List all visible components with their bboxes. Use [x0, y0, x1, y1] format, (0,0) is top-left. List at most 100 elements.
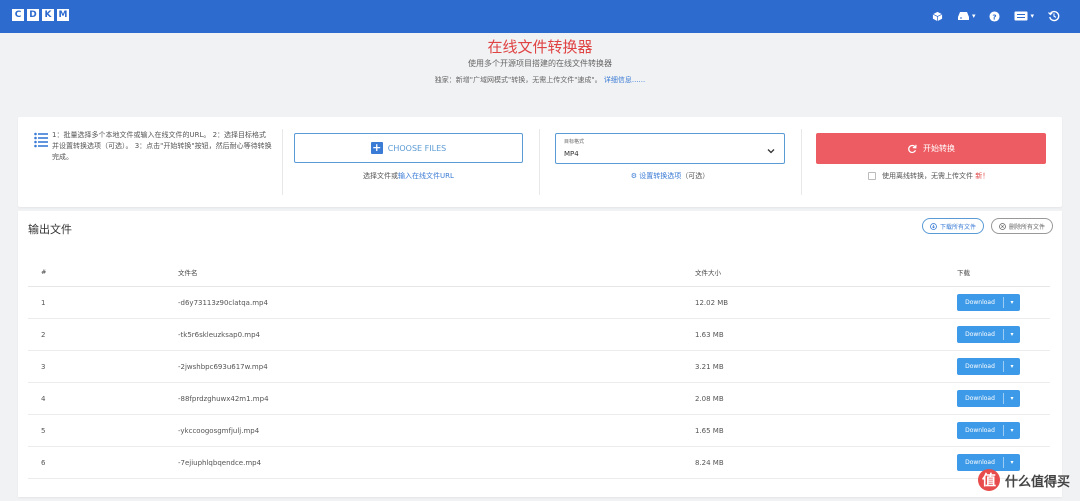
top-navbar: C D K M ▾ ? ▾	[0, 0, 1080, 33]
row-index: 4	[41, 394, 46, 403]
offline-mode-option[interactable]: 使用离线转换，无需上传文件 新！	[868, 171, 989, 181]
download-all-icon	[930, 222, 937, 230]
save-dropdown-icon[interactable]: ▾	[957, 9, 975, 23]
caret-down-icon[interactable]: ▾	[1004, 299, 1020, 306]
choose-hint-text: 选择文件或	[363, 172, 399, 180]
history-icon[interactable]	[1048, 10, 1060, 22]
conversion-panel: 1：批量选择多个本地文件或输入在线文件的URL。 2：选择目标格式并设置转换选项…	[18, 117, 1062, 207]
download-label: Download	[965, 299, 995, 306]
row-filesize: 3.21 MB	[695, 362, 724, 371]
row-index: 2	[41, 330, 46, 339]
start-convert-button[interactable]: 开始转换	[816, 133, 1046, 164]
caret-down-icon[interactable]: ▾	[1004, 427, 1020, 434]
row-filesize: 8.24 MB	[695, 458, 724, 467]
download-button[interactable]: Download ▾	[957, 358, 1020, 375]
clear-all-label: 删除所有文件	[1009, 223, 1046, 231]
table-row: 3 -2jwshbpc693u617w.mp4 3.21 MB Download…	[28, 351, 1050, 383]
language-dropdown-icon[interactable]: ▾	[1014, 9, 1034, 23]
table-row: 1 -d6y73113z90clatqa.mp4 12.02 MB Downlo…	[28, 287, 1050, 319]
clear-all-button[interactable]: 删除所有文件	[991, 218, 1054, 234]
row-filesize: 1.63 MB	[695, 330, 724, 339]
column-header-filename: 文件名	[178, 268, 198, 277]
table-row: 4 -88fprdzghuwx42m1.mp4 2.08 MB Download…	[28, 383, 1050, 415]
row-filename: -88fprdzghuwx42m1.mp4	[178, 394, 269, 403]
column-header-size: 文件大小	[695, 268, 721, 277]
svg-text:?: ?	[993, 12, 997, 21]
choose-files-label: CHOOSE FILES	[387, 143, 447, 153]
row-index: 1	[41, 298, 46, 307]
download-label: Download	[965, 363, 995, 370]
caret-down-icon[interactable]: ▾	[1004, 363, 1020, 370]
caret-down-icon[interactable]: ▾	[1004, 459, 1020, 466]
settings-link-label: 设置转换选项	[639, 172, 682, 180]
watermark-text: 什么值得买	[1004, 474, 1070, 490]
download-button[interactable]: Download ▾	[957, 422, 1020, 439]
logo-letter: M	[57, 9, 69, 21]
choose-files-button[interactable]: + CHOOSE FILES	[294, 133, 523, 163]
panel-divider	[539, 129, 540, 195]
download-button[interactable]: Download ▾	[957, 390, 1020, 407]
download-button[interactable]: Download ▾	[957, 326, 1020, 343]
download-label: Download	[965, 395, 995, 402]
offline-mode-checkbox[interactable]	[868, 172, 876, 180]
table-row: 2 -tk5r6skleuzksap0.mp4 1.63 MB Download…	[28, 319, 1050, 351]
caret-down-icon[interactable]: ▾	[1004, 331, 1020, 338]
details-link[interactable]: 详细信息......	[604, 76, 645, 84]
page-subtitle: 使用多个开源项目搭建的在线文件转换器	[468, 59, 612, 68]
list-icon	[34, 132, 48, 152]
download-all-button[interactable]: 下载所有文件	[922, 218, 985, 234]
column-header-download: 下载	[957, 268, 970, 277]
watermark-logo: 值	[977, 469, 1000, 491]
row-index: 5	[41, 426, 46, 435]
row-filename: -2jwshbpc693u617w.mp4	[178, 362, 268, 371]
help-icon[interactable]: ?	[989, 10, 1001, 22]
row-filesize: 1.65 MB	[695, 426, 724, 435]
column-header-index: #	[41, 267, 47, 276]
row-index: 6	[41, 458, 46, 467]
caret-down-icon[interactable]: ▾	[1004, 395, 1020, 402]
download-label: Download	[965, 427, 995, 434]
download-all-label: 下载所有文件	[940, 223, 977, 231]
page-title: 在线文件转换器	[487, 38, 593, 56]
enter-url-link[interactable]: 输入在线文件URL	[398, 172, 454, 180]
new-badge: 新！	[975, 172, 990, 180]
table-row: 6 -7ejiuphlqbqendce.mp4 8.24 MB Download…	[28, 447, 1050, 479]
gear-icon: ⚙	[630, 172, 638, 180]
panel-divider	[282, 129, 283, 195]
instructions-text: 1：批量选择多个本地文件或输入在线文件的URL。 2：选择目标格式并设置转换选项…	[52, 131, 272, 161]
row-filename: -tk5r6skleuzksap0.mp4	[178, 330, 261, 339]
cdkm-logo[interactable]: C D K M	[12, 9, 69, 21]
logo-letter: K	[42, 9, 54, 21]
choose-files-hint: 选择文件或输入在线文件URL	[294, 171, 523, 181]
settings-link[interactable]: ⚙ 设置转换选项（可选）	[555, 171, 785, 181]
cube-icon[interactable]	[932, 11, 943, 22]
announcement-text: 独家：新增"广域网模式"转换，无需上传文件"速成"。	[434, 76, 602, 84]
output-title: 输出文件	[28, 223, 72, 236]
download-label: Download	[965, 459, 995, 466]
row-filename: -7ejiuphlqbqendce.mp4	[178, 458, 262, 467]
row-filesize: 2.08 MB	[695, 394, 724, 403]
offline-mode-label: 使用离线转换，无需上传文件 新！	[882, 171, 989, 181]
download-label: Download	[965, 331, 995, 338]
convert-label: 开始转换	[923, 144, 955, 153]
offline-mode-text: 使用离线转换，无需上传文件	[882, 172, 973, 180]
settings-optional: （可选）	[681, 172, 710, 180]
download-button[interactable]: Download ▾	[957, 294, 1020, 311]
table-header: # 文件名 文件大小 下载	[28, 257, 1050, 287]
format-value: MP4	[564, 150, 579, 158]
row-filename: -ykccoogosgmfjulj.mp4	[178, 426, 260, 435]
panel-divider	[801, 129, 802, 195]
close-circle-icon	[999, 222, 1006, 230]
target-format-select[interactable]: 目标格式 MP4	[555, 133, 785, 164]
output-files-table: # 文件名 文件大小 下载 1 -d6y73113z90clatqa.mp4 1…	[28, 257, 1050, 479]
refresh-icon	[908, 144, 917, 153]
row-index: 3	[41, 362, 46, 371]
chevron-down-icon	[767, 149, 775, 154]
logo-letter: D	[27, 9, 39, 21]
row-filesize: 12.02 MB	[695, 298, 729, 307]
logo-letter: C	[12, 9, 24, 21]
plus-icon: +	[370, 141, 383, 154]
table-row: 5 -ykccoogosgmfjulj.mp4 1.65 MB Download…	[28, 415, 1050, 447]
smzdm-watermark: 值 什么值得买	[977, 469, 1070, 491]
row-filename: -d6y73113z90clatqa.mp4	[178, 298, 268, 307]
